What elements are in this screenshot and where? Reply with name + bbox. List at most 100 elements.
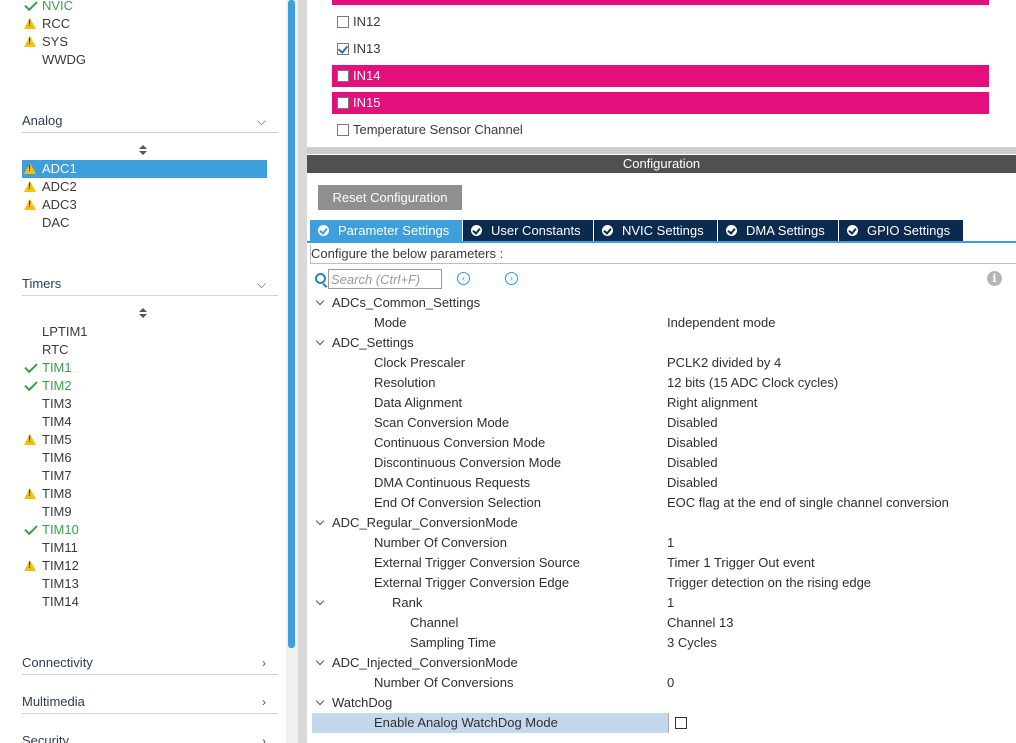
- param-name: Sampling Time: [410, 635, 496, 650]
- sidebar-item-tim12[interactable]: TIM12: [22, 557, 267, 575]
- panel-divider[interactable]: [298, 0, 307, 743]
- channel-checkbox[interactable]: [337, 70, 349, 82]
- param-row[interactable]: Enable Analog WatchDog Mode: [312, 713, 1016, 733]
- search-next-icon[interactable]: ›: [505, 272, 518, 285]
- param-row[interactable]: Number Of Conversion 1: [307, 533, 1016, 553]
- sidebar-item-adc2[interactable]: ADC2: [22, 178, 267, 196]
- tab-nvic-settings[interactable]: NVIC Settings: [594, 220, 717, 241]
- tab-label: User Constants: [491, 223, 581, 238]
- sidebar-item-nvic[interactable]: NVIC: [22, 0, 267, 15]
- channel-checkbox[interactable]: [337, 124, 349, 136]
- chevron-down-icon[interactable]: [315, 593, 327, 613]
- sidebar-item-label: TIM9: [42, 504, 72, 519]
- check-icon: [22, 521, 40, 539]
- sidebar-item-label: TIM8: [42, 486, 72, 501]
- param-row[interactable]: Continuous Conversion Mode Disabled: [307, 433, 1016, 453]
- param-row[interactable]: Data Alignment Right alignment: [307, 393, 1016, 413]
- sidebar-item-tim6[interactable]: TIM6: [22, 449, 267, 467]
- param-value: EOC flag at the end of single channel co…: [667, 495, 949, 510]
- sidebar-item-tim1[interactable]: TIM1: [22, 359, 267, 377]
- category-analog[interactable]: Analog ⌵: [22, 110, 278, 133]
- chevron-down-icon[interactable]: [315, 693, 327, 713]
- sidebar-item-rtc[interactable]: RTC: [22, 341, 267, 359]
- warning-icon: [22, 557, 40, 575]
- sidebar-item-tim4[interactable]: TIM4: [22, 413, 267, 431]
- sidebar-item-tim13[interactable]: TIM13: [22, 575, 267, 593]
- sidebar-item-tim2[interactable]: TIM2: [22, 377, 267, 395]
- category-connectivity[interactable]: Connectivity ›: [22, 652, 278, 675]
- chevron-down-icon[interactable]: [315, 653, 327, 673]
- param-row[interactable]: DMA Continuous Requests Disabled: [307, 473, 1016, 493]
- sidebar-item-tim3[interactable]: TIM3: [22, 395, 267, 413]
- chevron-right-icon: ›: [262, 695, 266, 709]
- chevron-down-icon[interactable]: [315, 513, 327, 533]
- channel-row-in15[interactable]: IN15: [332, 92, 989, 114]
- param-group[interactable]: ADC_Injected_ConversionMode: [307, 653, 1016, 673]
- sidebar-item-sys[interactable]: SYS: [22, 33, 267, 51]
- param-row[interactable]: Scan Conversion Mode Disabled: [307, 413, 1016, 433]
- horizontal-scrollbar[interactable]: [307, 147, 1016, 154]
- param-group[interactable]: WatchDog: [307, 693, 1016, 713]
- sidebar-item-tim11[interactable]: TIM11: [22, 539, 267, 557]
- reset-configuration-button[interactable]: Reset Configuration: [318, 185, 462, 210]
- param-row[interactable]: Mode Independent mode: [307, 313, 1016, 333]
- param-name: Enable Analog WatchDog Mode: [374, 715, 558, 730]
- tab-gpio-settings[interactable]: GPIO Settings: [839, 220, 963, 241]
- chevron-down-icon[interactable]: [315, 293, 327, 313]
- sidebar-item-tim9[interactable]: TIM9: [22, 503, 267, 521]
- sidebar-item-tim7[interactable]: TIM7: [22, 467, 267, 485]
- param-row[interactable]: End Of Conversion Selection EOC flag at t…: [307, 493, 1016, 513]
- sidebar-item-adc1[interactable]: ADC1: [22, 160, 267, 178]
- category-security[interactable]: Security ›: [22, 730, 278, 743]
- sidebar-item-tim5[interactable]: TIM5: [22, 431, 267, 449]
- scrollbar-thumb[interactable]: [288, 0, 295, 648]
- category-timers[interactable]: Timers ⌵: [22, 273, 278, 296]
- tab-user-constants[interactable]: User Constants: [463, 220, 593, 241]
- info-icon[interactable]: i: [987, 271, 1002, 286]
- sidebar-item-dac[interactable]: DAC: [22, 214, 267, 232]
- channel-row-temperature-sensor-channel[interactable]: Temperature Sensor Channel: [332, 119, 989, 141]
- sidebar-item-lptim1[interactable]: LPTIM1: [22, 323, 267, 341]
- sidebar-item-tim14[interactable]: TIM14: [22, 593, 267, 611]
- sidebar-item-rcc[interactable]: RCC: [22, 15, 267, 33]
- sidebar-scrollbar[interactable]: [286, 0, 298, 743]
- param-group[interactable]: Rank 1: [307, 593, 1016, 613]
- param-row[interactable]: Channel Channel 13: [307, 613, 1016, 633]
- sidebar-item-tim8[interactable]: TIM8: [22, 485, 267, 503]
- category-multimedia[interactable]: Multimedia ›: [22, 691, 278, 714]
- sidebar-item-adc3[interactable]: ADC3: [22, 196, 267, 214]
- search-input[interactable]: [328, 269, 442, 289]
- param-group[interactable]: ADC_Regular_ConversionMode: [307, 513, 1016, 533]
- tab-parameter-settings[interactable]: Parameter Settings: [310, 220, 462, 241]
- sidebar-item-tim10[interactable]: TIM10: [22, 521, 267, 539]
- channel-row-in12[interactable]: IN12: [332, 11, 989, 33]
- param-row[interactable]: Clock Prescaler PCLK2 divided by 4: [307, 353, 1016, 373]
- configuration-header: Configuration: [307, 155, 1016, 173]
- check-icon: [22, 0, 40, 15]
- channel-checkbox[interactable]: [337, 16, 349, 28]
- watchdog-checkbox[interactable]: [675, 717, 687, 729]
- param-row[interactable]: Discontinuous Conversion Mode Disabled: [307, 453, 1016, 473]
- category-label: Connectivity: [22, 655, 93, 670]
- sidebar-item-wwdg[interactable]: WWDG: [22, 51, 267, 69]
- param-row[interactable]: External Trigger Conversion Source Timer …: [307, 553, 1016, 573]
- channel-checkbox[interactable]: [337, 97, 349, 109]
- tab-dma-settings[interactable]: DMA Settings: [718, 220, 838, 241]
- check-circle-icon: [726, 225, 737, 236]
- param-row[interactable]: Number Of Conversions 0: [307, 673, 1016, 693]
- param-group[interactable]: ADC_Settings: [307, 333, 1016, 353]
- sidebar-item-label: ADC3: [42, 197, 77, 212]
- channel-row-in13[interactable]: IN13: [332, 38, 989, 60]
- param-row[interactable]: External Trigger Conversion Edge Trigger …: [307, 573, 1016, 593]
- chevron-down-icon[interactable]: [315, 333, 327, 353]
- search-prev-icon[interactable]: ‹: [457, 272, 470, 285]
- channel-checkbox[interactable]: [337, 43, 349, 55]
- sidebar-item-label: TIM13: [42, 576, 79, 591]
- channel-row-in14[interactable]: IN14: [332, 65, 989, 87]
- param-row[interactable]: Sampling Time 3 Cycles: [307, 633, 1016, 653]
- sort-icon[interactable]: [138, 308, 148, 320]
- param-group[interactable]: ADCs_Common_Settings: [307, 293, 1016, 313]
- chevron-down-icon: ⌵: [256, 277, 266, 291]
- sort-icon[interactable]: [138, 145, 148, 157]
- param-row[interactable]: Resolution 12 bits (15 ADC Clock cycles): [307, 373, 1016, 393]
